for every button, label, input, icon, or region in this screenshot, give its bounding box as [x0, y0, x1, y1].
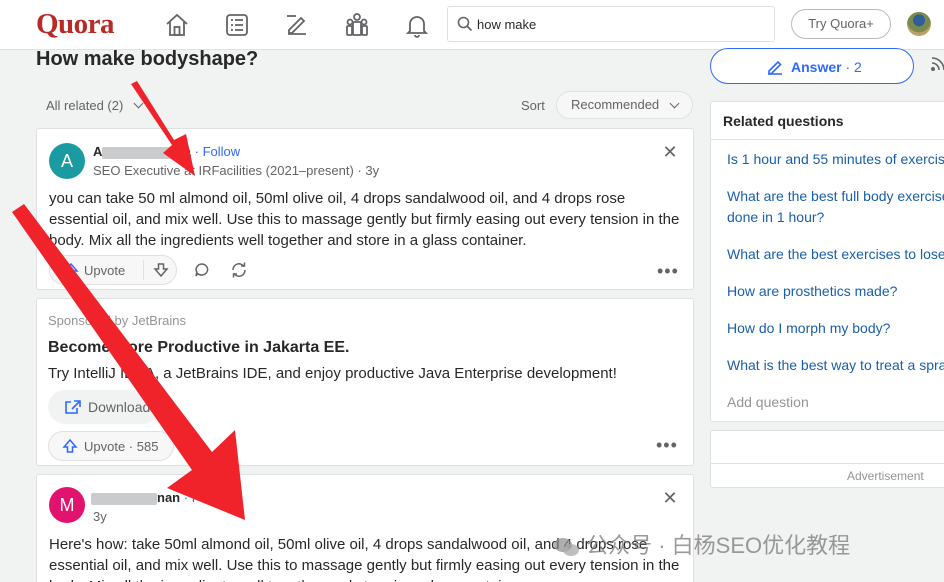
home-icon[interactable] — [164, 12, 190, 38]
all-related-filter[interactable]: All related (2) — [46, 98, 144, 113]
author-credential: SEO Executive at IRFacilities (2021–pres… — [93, 163, 380, 178]
sponsor-text: Try IntelliJ IDEA, a JetBrains IDE, and … — [48, 365, 617, 382]
answer-count: · 2 — [841, 59, 862, 75]
answer-card: A A Ka · Follow SEO Executive at IRFacili… — [36, 128, 694, 290]
try-quora-plus-button[interactable]: Try Quora+ — [791, 9, 891, 39]
answer-label: Answer — [791, 59, 842, 75]
upvote-arrow-icon — [63, 262, 79, 277]
upvote-button[interactable]: Upvote — [49, 255, 177, 285]
related-question-link[interactable]: How are prosthetics made? — [727, 281, 897, 302]
chevron-down-icon — [669, 98, 680, 109]
answer-button[interactable]: Answer · 2 — [710, 48, 914, 84]
sort-value: Recommended — [571, 97, 660, 112]
pencil-icon — [768, 60, 782, 75]
download-button[interactable]: Download — [48, 390, 160, 424]
watermark: 公众号 · 白杨SEO优化教程 — [552, 528, 850, 560]
author-avatar[interactable]: A — [49, 143, 85, 179]
answer-icon[interactable] — [284, 12, 310, 38]
share-icon[interactable] — [230, 261, 248, 279]
all-related-label: All related (2) — [46, 98, 124, 113]
following-icon[interactable] — [224, 12, 250, 38]
related-question-link[interactable]: How do I morph my body? — [727, 318, 890, 339]
spaces-icon[interactable] — [344, 12, 370, 38]
sponsor-label: Sponsored by JetBrains — [48, 313, 187, 328]
downvote-icon[interactable] — [153, 262, 169, 278]
sort-label: Sort — [521, 98, 545, 113]
redacted-name — [91, 492, 157, 505]
upvote-arrow-icon — [62, 438, 78, 453]
download-label: Download — [88, 399, 151, 415]
user-avatar[interactable] — [907, 12, 931, 36]
sponsor-title[interactable]: Become More Productive in Jakarta EE. — [48, 339, 349, 357]
external-link-icon — [65, 400, 81, 414]
author-name[interactable]: A Ka · Follow — [93, 144, 240, 159]
author-name-end: nan — [157, 490, 181, 505]
related-question-link[interactable]: Is 1 hour and 55 minutes of exercise — [727, 149, 944, 170]
author-avatar[interactable]: M — [49, 487, 85, 523]
author-name[interactable]: nan · Follow — [91, 490, 229, 505]
related-question-link-continued[interactable]: done in 1 hour? — [727, 207, 824, 228]
author-name-start: A — [93, 144, 103, 159]
close-icon[interactable]: ✕ — [662, 143, 678, 161]
upvote-label: Upvote — [84, 263, 126, 278]
related-question-link[interactable]: What is the best way to treat a sprain — [727, 355, 944, 376]
sort-dropdown[interactable]: Recommended — [556, 91, 693, 119]
divider — [711, 139, 944, 140]
divider — [143, 260, 144, 280]
follow-link[interactable]: · Follow — [184, 490, 230, 505]
upvote-count-label: Upvote · 585 — [84, 439, 159, 454]
follow-link[interactable]: · Follow — [195, 144, 241, 159]
quora-logo[interactable]: Quora — [36, 8, 115, 41]
related-question-link[interactable]: What are the best exercises to lose — [727, 244, 944, 265]
related-question-link[interactable]: What are the best full body exercises — [727, 186, 944, 207]
notifications-icon[interactable] — [404, 12, 430, 38]
author-name-end: Ka — [174, 144, 192, 159]
watermark-text: 公众号 · 白杨SEO优化教程 — [586, 533, 851, 558]
more-options-icon[interactable]: ••• — [656, 436, 678, 454]
close-icon[interactable]: ✕ — [662, 489, 678, 507]
wechat-icon — [554, 538, 579, 557]
rss-icon[interactable] — [930, 56, 944, 72]
divider — [711, 463, 944, 464]
redacted-name — [102, 146, 175, 159]
related-questions-title: Related questions — [723, 113, 844, 129]
add-question-link[interactable]: Add question — [727, 394, 809, 410]
sponsored-upvote-button[interactable]: Upvote · 585 — [48, 431, 174, 461]
search-bar[interactable] — [447, 6, 775, 42]
more-options-icon[interactable]: ••• — [657, 262, 679, 280]
search-icon — [457, 16, 473, 32]
question-title: How make bodyshape? — [36, 48, 259, 70]
top-nav-bar: Quora Try Quora+ — [0, 0, 944, 50]
related-questions-panel: Related questions Is 1 hour and 55 minut… — [710, 101, 944, 422]
chevron-down-icon — [133, 98, 144, 109]
answer-age: 3y — [93, 509, 107, 524]
advertisement-panel: Advertisement — [710, 430, 944, 488]
advertisement-label: Advertisement — [847, 469, 924, 483]
comment-icon[interactable] — [193, 261, 211, 279]
search-input[interactable] — [477, 14, 767, 34]
answer-text: you can take 50 ml almond oil, 50ml oliv… — [49, 190, 680, 249]
